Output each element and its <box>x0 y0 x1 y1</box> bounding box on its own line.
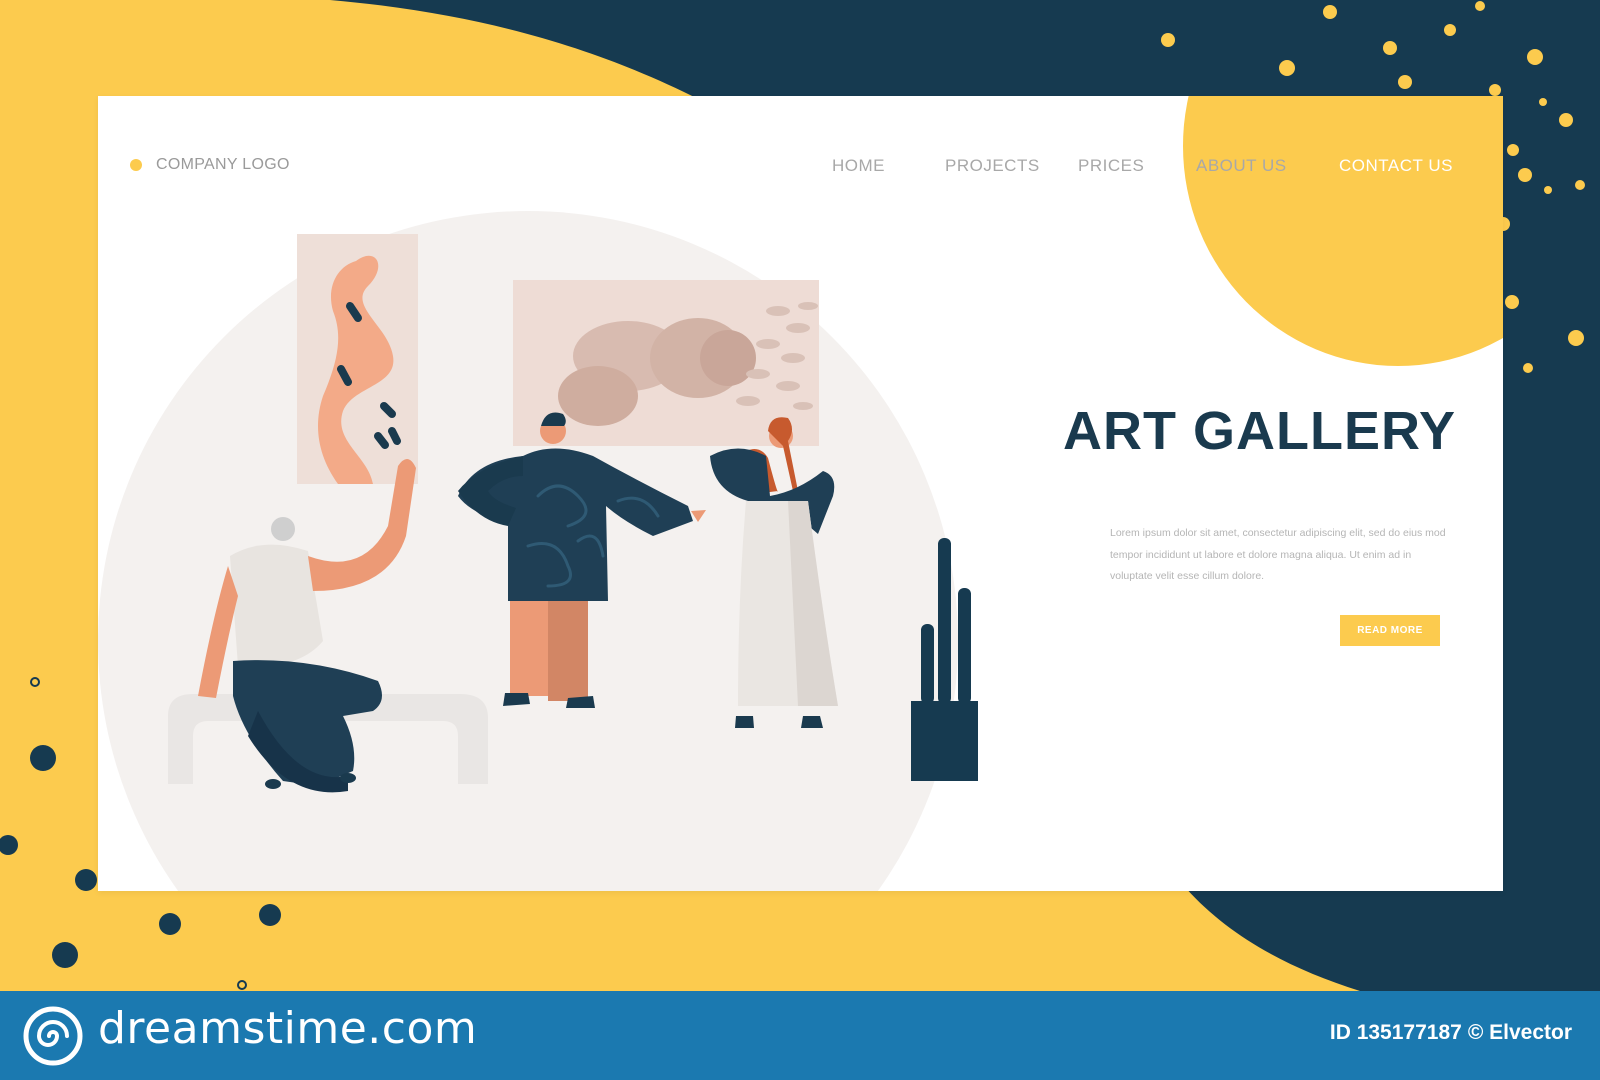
stock-credit: © Elvector <box>1467 1021 1572 1044</box>
stock-id: ID 135177187 <box>1329 1021 1462 1044</box>
landing-card: COMPANY LOGO HOME PROJECTS PRICES ABOUT … <box>98 96 1503 891</box>
stock-wordmark: dreamstime.com <box>98 1003 478 1054</box>
nav-projects[interactable]: PROJECTS <box>945 156 1040 176</box>
page-canvas: COMPANY LOGO HOME PROJECTS PRICES ABOUT … <box>0 0 1600 1080</box>
read-more-button[interactable]: READ MORE <box>1340 615 1440 646</box>
gallery-illustration <box>98 211 978 891</box>
nav-prices[interactable]: PRICES <box>1078 156 1144 176</box>
stock-footer-bar: dreamstime.com ID 135177187 © Elvector <box>0 991 1600 1080</box>
spiral-logo-icon <box>23 1006 83 1066</box>
nav-contact-us[interactable]: CONTACT US <box>1339 156 1453 176</box>
hero-title: ART GALLERY <box>1063 401 1456 461</box>
nav-home[interactable]: HOME <box>832 156 885 176</box>
main-nav: HOME PROJECTS PRICES ABOUT US CONTACT US <box>98 156 1503 176</box>
nav-about-us[interactable]: ABOUT US <box>1196 156 1287 176</box>
stock-id-credit: ID 135177187 © Elvector <box>1330 1021 1572 1045</box>
hero-body-text: Lorem ipsum dolor sit amet, consectetur … <box>1110 527 1446 582</box>
